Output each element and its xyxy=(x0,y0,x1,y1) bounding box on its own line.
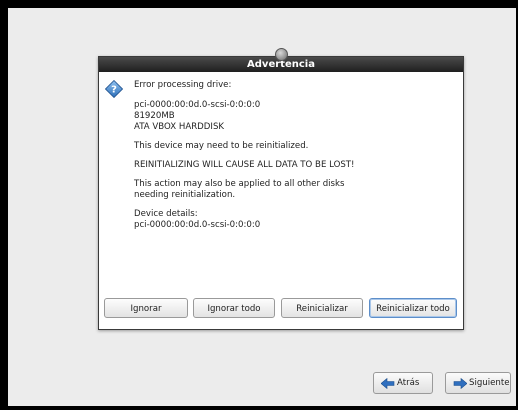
device-details: Device details: pci-0000:00:0d.0-scsi-0:… xyxy=(134,209,454,231)
svg-text:?: ? xyxy=(111,84,117,95)
reinit-notice: This device may need to be reinitialized… xyxy=(134,141,309,151)
device-size: 81920MB xyxy=(134,111,175,121)
data-loss-warning: REINITIALIZING WILL CAUSE ALL DATA TO BE… xyxy=(134,160,355,170)
ignore-button[interactable]: Ignorar xyxy=(104,298,188,318)
device-details-label: Device details: xyxy=(134,209,198,219)
warning-dialog: Advertencia ? Error processing drive: pc… xyxy=(98,48,464,330)
next-button[interactable]: Siguiente xyxy=(445,372,511,394)
installer-screen: Advertencia ? Error processing drive: pc… xyxy=(8,8,516,406)
back-button[interactable]: Atrás xyxy=(373,372,433,394)
apply-all-line-2: needing reinitialization. xyxy=(134,190,236,200)
window-orb-icon xyxy=(275,48,288,61)
back-button-label: Atrás xyxy=(397,378,420,388)
error-heading: Error processing drive: xyxy=(134,80,232,90)
dialog-button-row: Ignorar Ignorar todo Reinicializar Reini… xyxy=(104,298,460,320)
next-arrow-icon xyxy=(453,378,467,389)
device-info: pci-0000:00:0d.0-scsi-0:0:0:0 81920MB AT… xyxy=(134,100,454,133)
device-path: pci-0000:00:0d.0-scsi-0:0:0:0 xyxy=(134,100,261,110)
device-details-value: pci-0000:00:0d.0-scsi-0:0:0:0 xyxy=(134,220,261,230)
ignore-all-button[interactable]: Ignorar todo xyxy=(193,298,275,318)
reinitialize-all-button[interactable]: Reinicializar todo xyxy=(369,298,457,318)
back-arrow-icon xyxy=(381,378,395,389)
dialog-titlebar[interactable]: Advertencia xyxy=(99,48,463,72)
reinitialize-button[interactable]: Reinicializar xyxy=(281,298,363,318)
apply-all-line-1: This action may also be applied to all o… xyxy=(134,179,345,189)
dialog-message: Error processing drive: pci-0000:00:0d.0… xyxy=(134,80,454,239)
next-button-label: Siguiente xyxy=(469,378,510,388)
apply-all-note: This action may also be applied to all o… xyxy=(134,179,454,201)
device-model: ATA VBOX HARDDISK xyxy=(134,122,225,132)
warning-diamond-icon: ? xyxy=(105,80,123,98)
